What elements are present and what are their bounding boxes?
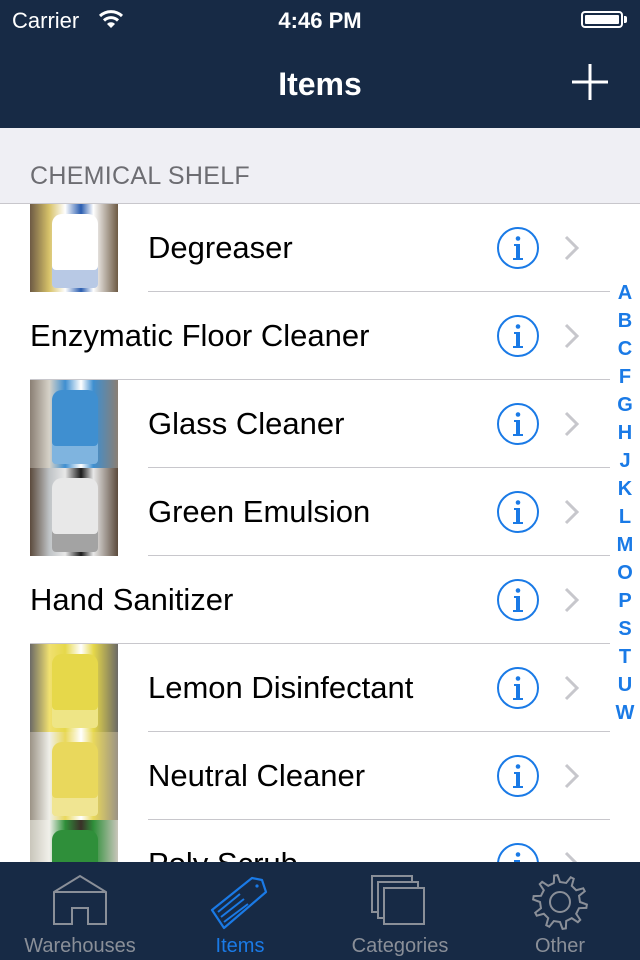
index-letter[interactable]: J (610, 447, 640, 475)
section-header: CHEMICAL SHELF (0, 128, 640, 204)
item-thumbnail (30, 204, 118, 292)
index-letter[interactable]: W (610, 699, 640, 727)
thumbnail-bottle (52, 214, 98, 288)
tab-items[interactable]: Items (160, 862, 320, 960)
gear-outline (532, 874, 588, 930)
section-title: CHEMICAL SHELF (30, 162, 250, 190)
tab-other[interactable]: Other (480, 862, 640, 960)
list-item[interactable]: Neutral Cleaner (0, 732, 640, 820)
list-item[interactable]: Green Emulsion (0, 468, 640, 556)
list-item[interactable]: Degreaser (0, 204, 640, 292)
info-icon[interactable] (496, 754, 540, 798)
battery-icon (581, 11, 623, 28)
chevron-right-icon (564, 235, 580, 261)
chevron-right-icon (564, 763, 580, 789)
stacked-pages-icon (371, 875, 425, 925)
page-title: Items (278, 66, 362, 102)
info-icon[interactable] (496, 666, 540, 710)
index-letter[interactable]: F (610, 363, 640, 391)
navigation-bar: Items (0, 40, 640, 128)
index-letter[interactable]: S (610, 615, 640, 643)
tab-label: Warehouses (24, 935, 136, 957)
item-name: Glass Cleaner (148, 406, 345, 441)
item-list[interactable]: Degreaser Enzymatic Floor Cleaner Glass Cl… (0, 204, 640, 862)
add-item-button[interactable] (568, 60, 612, 104)
chevron-right-icon (564, 499, 580, 525)
list-item[interactable]: Enzymatic Floor Cleaner (0, 292, 640, 380)
battery-tip (624, 16, 627, 23)
item-name: Degreaser (148, 230, 293, 265)
item-name: Green Emulsion (148, 494, 371, 529)
list-item[interactable]: Glass Cleaner (0, 380, 640, 468)
info-icon[interactable] (496, 402, 540, 446)
item-thumbnail (30, 644, 118, 732)
index-letter[interactable]: M (610, 531, 640, 559)
item-name: Hand Sanitizer (30, 582, 234, 617)
index-letter[interactable]: G (610, 391, 640, 419)
info-icon[interactable] (496, 578, 540, 622)
warehouse-icon (53, 874, 107, 925)
clock: 4:46 PM (278, 8, 362, 33)
chevron-right-icon (564, 587, 580, 613)
info-icon[interactable] (496, 226, 540, 270)
tab-warehouses[interactable]: Warehouses (0, 862, 160, 960)
index-letter[interactable]: K (610, 475, 640, 503)
item-thumbnail (30, 380, 118, 468)
chevron-right-icon (564, 411, 580, 437)
index-letter[interactable]: C (610, 335, 640, 363)
status-bar: Carrier 4:46 PM (0, 0, 640, 40)
thumbnail-bottle (52, 742, 98, 816)
thumbnail-bottle (52, 654, 98, 728)
tab-categories[interactable]: Categories (320, 862, 480, 960)
index-letter[interactable]: O (610, 559, 640, 587)
item-thumbnail (30, 820, 118, 862)
index-letter[interactable]: A (610, 279, 640, 307)
index-letter[interactable]: B (610, 307, 640, 335)
thumbnail-bottle (52, 478, 98, 552)
info-icon[interactable] (496, 490, 540, 534)
list-item[interactable]: Hand Sanitizer (0, 556, 640, 644)
thumbnail-bottle (52, 830, 98, 862)
tab-bar: Warehouses Items Categories Other (0, 862, 640, 960)
chevron-right-icon (564, 851, 578, 862)
index-letter[interactable]: U (610, 671, 640, 699)
plus-icon (572, 64, 608, 100)
info-icon[interactable] (496, 314, 540, 358)
tag-icon (210, 876, 268, 930)
item-name: Poly Scrub (148, 846, 298, 862)
thumbnail-bottle (52, 390, 98, 464)
index-letter[interactable]: L (610, 503, 640, 531)
item-name: Neutral Cleaner (148, 758, 366, 793)
gear-icon (532, 874, 588, 930)
tab-label: Categories (351, 935, 449, 957)
index-letter[interactable]: H (610, 419, 640, 447)
item-name: Lemon Disinfectant (148, 670, 414, 705)
chevron-right-icon (564, 675, 580, 701)
item-name: Enzymatic Floor Cleaner (30, 318, 370, 353)
section-index[interactable]: ABCFGHJKLMOPSTUW (610, 279, 640, 727)
item-thumbnail (30, 468, 118, 556)
list-item[interactable]: Poly Scrub (0, 820, 640, 862)
info-icon[interactable] (496, 842, 540, 862)
tab-label: Items (215, 935, 265, 957)
index-letter[interactable]: P (610, 587, 640, 615)
list-item[interactable]: Lemon Disinfectant (0, 644, 640, 732)
index-letter[interactable]: T (610, 643, 640, 671)
item-thumbnail (30, 732, 118, 820)
chevron-right-icon (564, 323, 580, 349)
tab-label: Other (534, 935, 586, 957)
